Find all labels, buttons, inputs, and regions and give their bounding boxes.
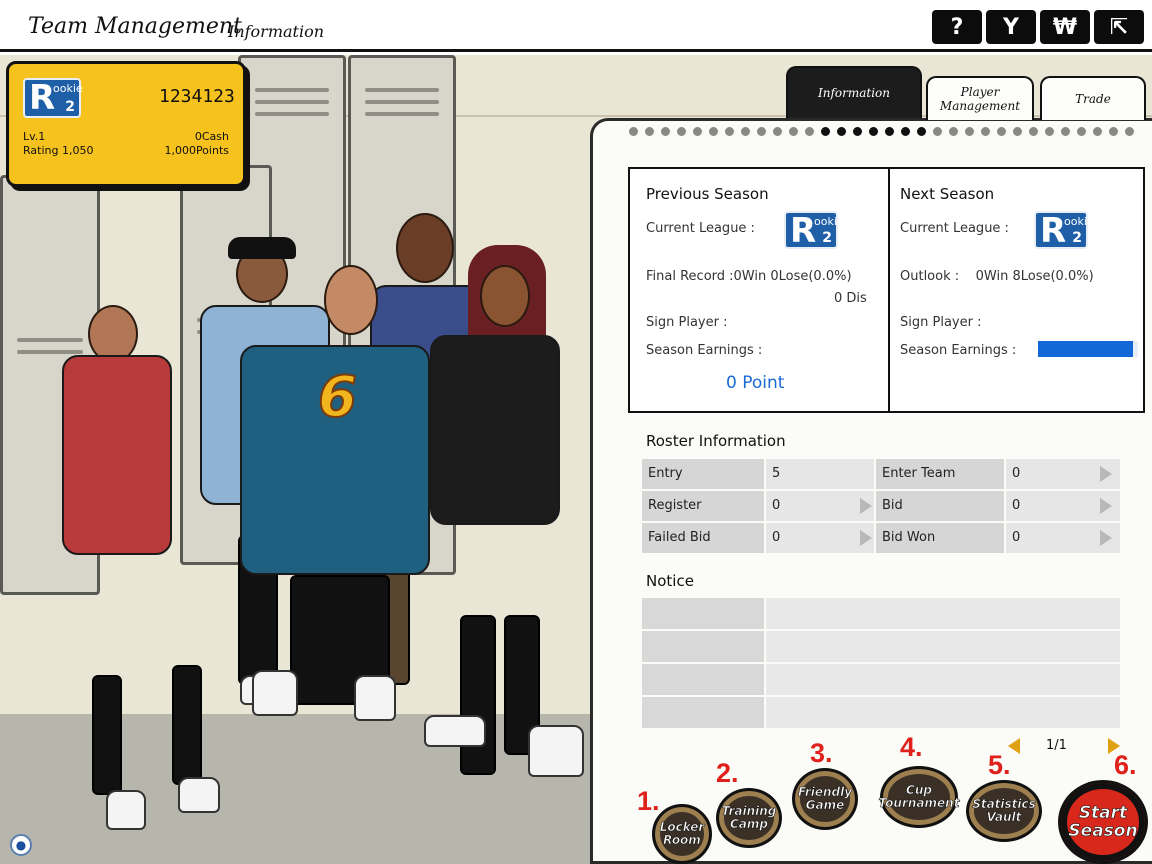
next-league-label: Current League : (900, 221, 1009, 236)
page-indicator: 1/1 (1046, 738, 1067, 753)
statistics-vault-button[interactable]: Statistics Vault (966, 780, 1042, 842)
roster-label: Register (642, 491, 764, 521)
roster-value: 0 (766, 491, 874, 521)
next-league-badge: R ookie 2 (1034, 211, 1094, 251)
menu-number: 6. (1114, 750, 1137, 780)
menu-number: 3. (810, 738, 833, 768)
tab-trade[interactable]: Trade (1040, 76, 1146, 120)
page-subtitle: Information (228, 22, 325, 41)
arrow-right-icon[interactable] (1100, 530, 1112, 546)
roster-label: Enter Team (876, 459, 1004, 489)
arrow-right-icon[interactable] (1100, 498, 1112, 514)
player-rating: Rating 1,050 (23, 144, 94, 157)
jersey-number: 6 (317, 364, 358, 431)
final-record: Final Record :0Win 0Lose(0.0%) (646, 269, 852, 284)
currency-icon[interactable]: ₩ (1040, 10, 1090, 44)
roster-label: Entry (642, 459, 764, 489)
previous-season-title: Previous Season (646, 185, 769, 203)
player-points: 1,000Points (164, 144, 229, 157)
start-season-button[interactable]: Start Season (1058, 780, 1148, 864)
season-divider (888, 169, 890, 413)
roster-value: 5 (766, 459, 874, 489)
player-card: R ookie 2 1234123 Lv.1 Rating 1,050 0Cas… (6, 61, 246, 187)
tab-information[interactable]: Information (786, 66, 922, 118)
header-toolbar: ? Y ₩ ⇱ (932, 10, 1144, 44)
list-item[interactable] (642, 631, 1120, 662)
roster-value: 0 (766, 523, 874, 553)
player-id: 1234123 (159, 86, 235, 107)
menu-number: 2. (716, 758, 739, 788)
table-row: Entry 5 Enter Team 0 (642, 459, 1120, 489)
tab-player-management[interactable]: Player Management (926, 76, 1034, 120)
arrow-right-icon[interactable] (860, 498, 872, 514)
table-row: Register 0 Bid 0 (642, 491, 1120, 521)
earnings-bar-fill (1038, 341, 1133, 357)
rookie-league-badge: R ookie 2 (23, 78, 83, 118)
season-summary-box: Previous Season Current League : R ookie… (628, 167, 1145, 413)
previous-league-badge: R ookie 2 (784, 211, 844, 251)
cup-tournament-button[interactable]: Cup Tournament (878, 766, 960, 828)
list-item[interactable] (642, 598, 1120, 629)
roster-title: Roster Information (646, 432, 786, 450)
menu-number: 5. (988, 750, 1011, 780)
page-title: Team Management (28, 14, 242, 39)
training-camp-button[interactable]: Training Camp (716, 788, 782, 848)
next-season-title: Next Season (900, 185, 995, 203)
header-bar: Team Management Information ? Y ₩ ⇱ (0, 0, 1152, 52)
notice-list (642, 598, 1120, 728)
pager: 1/1 (1008, 736, 1120, 756)
list-item[interactable] (642, 664, 1120, 695)
roster-label: Failed Bid (642, 523, 764, 553)
next-earnings-label: Season Earnings : (900, 343, 1017, 358)
earnings-bar-track (1038, 341, 1138, 357)
friendly-game-button[interactable]: Friendly Game (792, 768, 858, 830)
wrench-icon[interactable]: Y (986, 10, 1036, 44)
speaker-icon[interactable]: ● (10, 834, 32, 856)
notice-title: Notice (646, 572, 694, 590)
previous-sign-player-label: Sign Player : (646, 315, 728, 330)
exit-icon[interactable]: ⇱ (1094, 10, 1144, 44)
outlook: Outlook : 0Win 8Lose(0.0%) (900, 269, 1094, 284)
player-cash: 0Cash (194, 130, 229, 143)
locker-room-button[interactable]: Locker Room (652, 804, 712, 864)
list-item[interactable] (642, 697, 1120, 728)
arrow-right-icon[interactable] (860, 530, 872, 546)
menu-number: 1. (637, 786, 660, 816)
previous-league-label: Current League : (646, 221, 755, 236)
previous-dis: 0 Dis (834, 291, 867, 306)
help-icon[interactable]: ? (932, 10, 982, 44)
previous-earnings-label: Season Earnings : (646, 343, 763, 358)
notebook-rings (629, 127, 1152, 139)
roster-label: Bid Won (876, 523, 1004, 553)
next-sign-player-label: Sign Player : (900, 315, 982, 330)
arrow-right-icon[interactable] (1100, 466, 1112, 482)
roster-label: Bid (876, 491, 1004, 521)
menu-number: 4. (900, 732, 923, 762)
player-level: Lv.1 (23, 130, 46, 143)
table-row: Failed Bid 0 Bid Won 0 (642, 523, 1120, 553)
previous-earnings-value: 0 Point (726, 373, 785, 393)
